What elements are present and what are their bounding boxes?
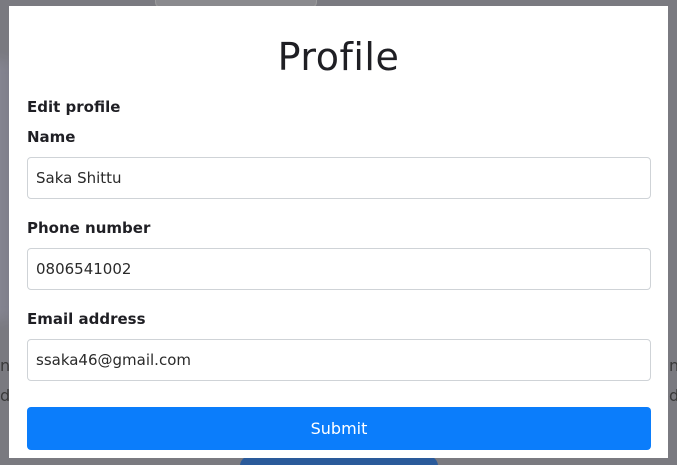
background-text-fragment: n <box>669 356 677 375</box>
email-label: Email address <box>27 310 146 328</box>
profile-modal: Profile Edit profile Name Phone number E… <box>9 6 668 458</box>
background-text-fragment: d <box>669 386 677 405</box>
phone-input[interactable] <box>27 248 651 290</box>
email-input[interactable] <box>27 339 651 381</box>
edit-profile-heading: Edit profile <box>27 98 121 116</box>
phone-label: Phone number <box>27 219 151 237</box>
name-input[interactable] <box>27 157 651 199</box>
modal-title: Profile <box>277 35 400 79</box>
submit-button[interactable]: Submit <box>27 407 651 450</box>
name-label: Name <box>27 128 76 146</box>
